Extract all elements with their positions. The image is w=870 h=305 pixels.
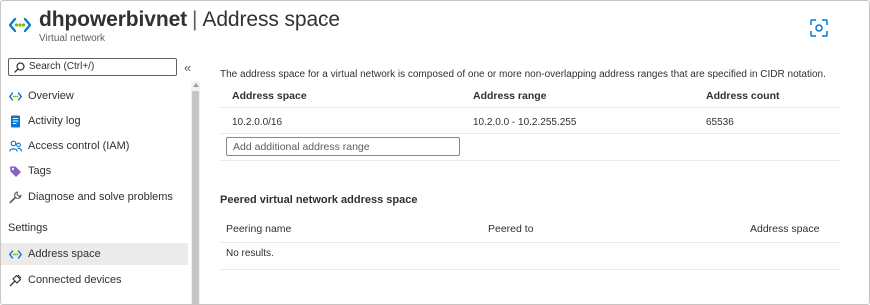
description-text: The address space for a virtual network … <box>220 69 826 80</box>
search-placeholder: Search (Ctrl+/) <box>29 61 95 72</box>
no-results-text: No results. <box>226 248 274 259</box>
search-input[interactable]: Search (Ctrl+/) <box>8 58 177 76</box>
add-address-range-placeholder: Add additional address range <box>233 141 370 153</box>
column-header-address-count: Address count <box>706 90 780 102</box>
table-divider <box>220 107 840 108</box>
virtual-network-icon <box>9 17 31 33</box>
virtual-network-icon <box>9 250 22 259</box>
wrench-icon <box>9 191 22 204</box>
sidebar-item-label: Overview <box>28 90 74 102</box>
column-header-peered-address-space: Address space <box>750 223 820 235</box>
column-header-peered-to: Peered to <box>488 223 534 235</box>
sidebar-item-label: Address space <box>28 248 101 260</box>
sidebar-item-label: Access control (IAM) <box>28 140 130 152</box>
people-icon <box>9 140 22 152</box>
sidebar-item-label: Tags <box>28 165 52 177</box>
collapse-sidebar-button[interactable]: « <box>184 60 191 75</box>
column-header-address-range: Address range <box>473 90 547 102</box>
sidebar-item-address-space[interactable]: Address space <box>1 243 188 265</box>
title-separator: | <box>192 8 198 31</box>
section-name: Address space <box>202 8 341 31</box>
page-title: dhpowerbivnet | Address space <box>39 8 340 32</box>
table-divider <box>220 269 840 270</box>
table-divider <box>220 133 840 134</box>
tag-icon <box>10 166 21 177</box>
cell-address-count: 65536 <box>706 117 734 128</box>
sidebar-item-diagnose[interactable]: Diagnose and solve problems <box>8 186 188 208</box>
column-header-address-space: Address space <box>232 90 307 102</box>
scroll-up-arrow-icon[interactable] <box>193 83 199 87</box>
sidebar-item-label: Diagnose and solve problems <box>28 191 173 203</box>
table-divider <box>220 160 840 161</box>
more-options-button[interactable]: ··· <box>323 10 340 26</box>
sidebar-item-overview[interactable]: Overview <box>8 85 188 107</box>
sidebar-item-label: Activity log <box>28 115 81 127</box>
plug-icon <box>9 274 22 287</box>
column-header-peering-name: Peering name <box>226 223 292 235</box>
settings-section-header: Settings <box>8 222 48 234</box>
sidebar-item-access-control[interactable]: Access control (IAM) <box>8 135 188 157</box>
sidebar-scroll-thumb[interactable] <box>192 91 199 304</box>
cell-address-range: 10.2.0.0 - 10.2.255.255 <box>473 117 577 128</box>
search-icon <box>14 62 25 73</box>
table-divider <box>220 242 840 243</box>
sidebar-item-activity-log[interactable]: Activity log <box>8 110 188 132</box>
activity-log-icon <box>11 115 20 128</box>
virtual-network-icon <box>9 92 22 101</box>
add-address-range-input[interactable]: Add additional address range <box>226 137 460 156</box>
resource-type-subtitle: Virtual network <box>39 33 105 44</box>
sidebar-item-tags[interactable]: Tags <box>8 160 188 182</box>
sidebar-item-connected-devices[interactable]: Connected devices <box>8 269 188 291</box>
feedback-icon[interactable] <box>808 17 830 39</box>
portal-blade: dhpowerbivnet | Address space ··· Virtual … <box>0 0 870 305</box>
cell-address-space: 10.2.0.0/16 <box>232 117 283 128</box>
sidebar-item-label: Connected devices <box>28 274 122 286</box>
peered-section-title: Peered virtual network address space <box>220 194 418 206</box>
resource-name: dhpowerbivnet <box>39 8 188 31</box>
